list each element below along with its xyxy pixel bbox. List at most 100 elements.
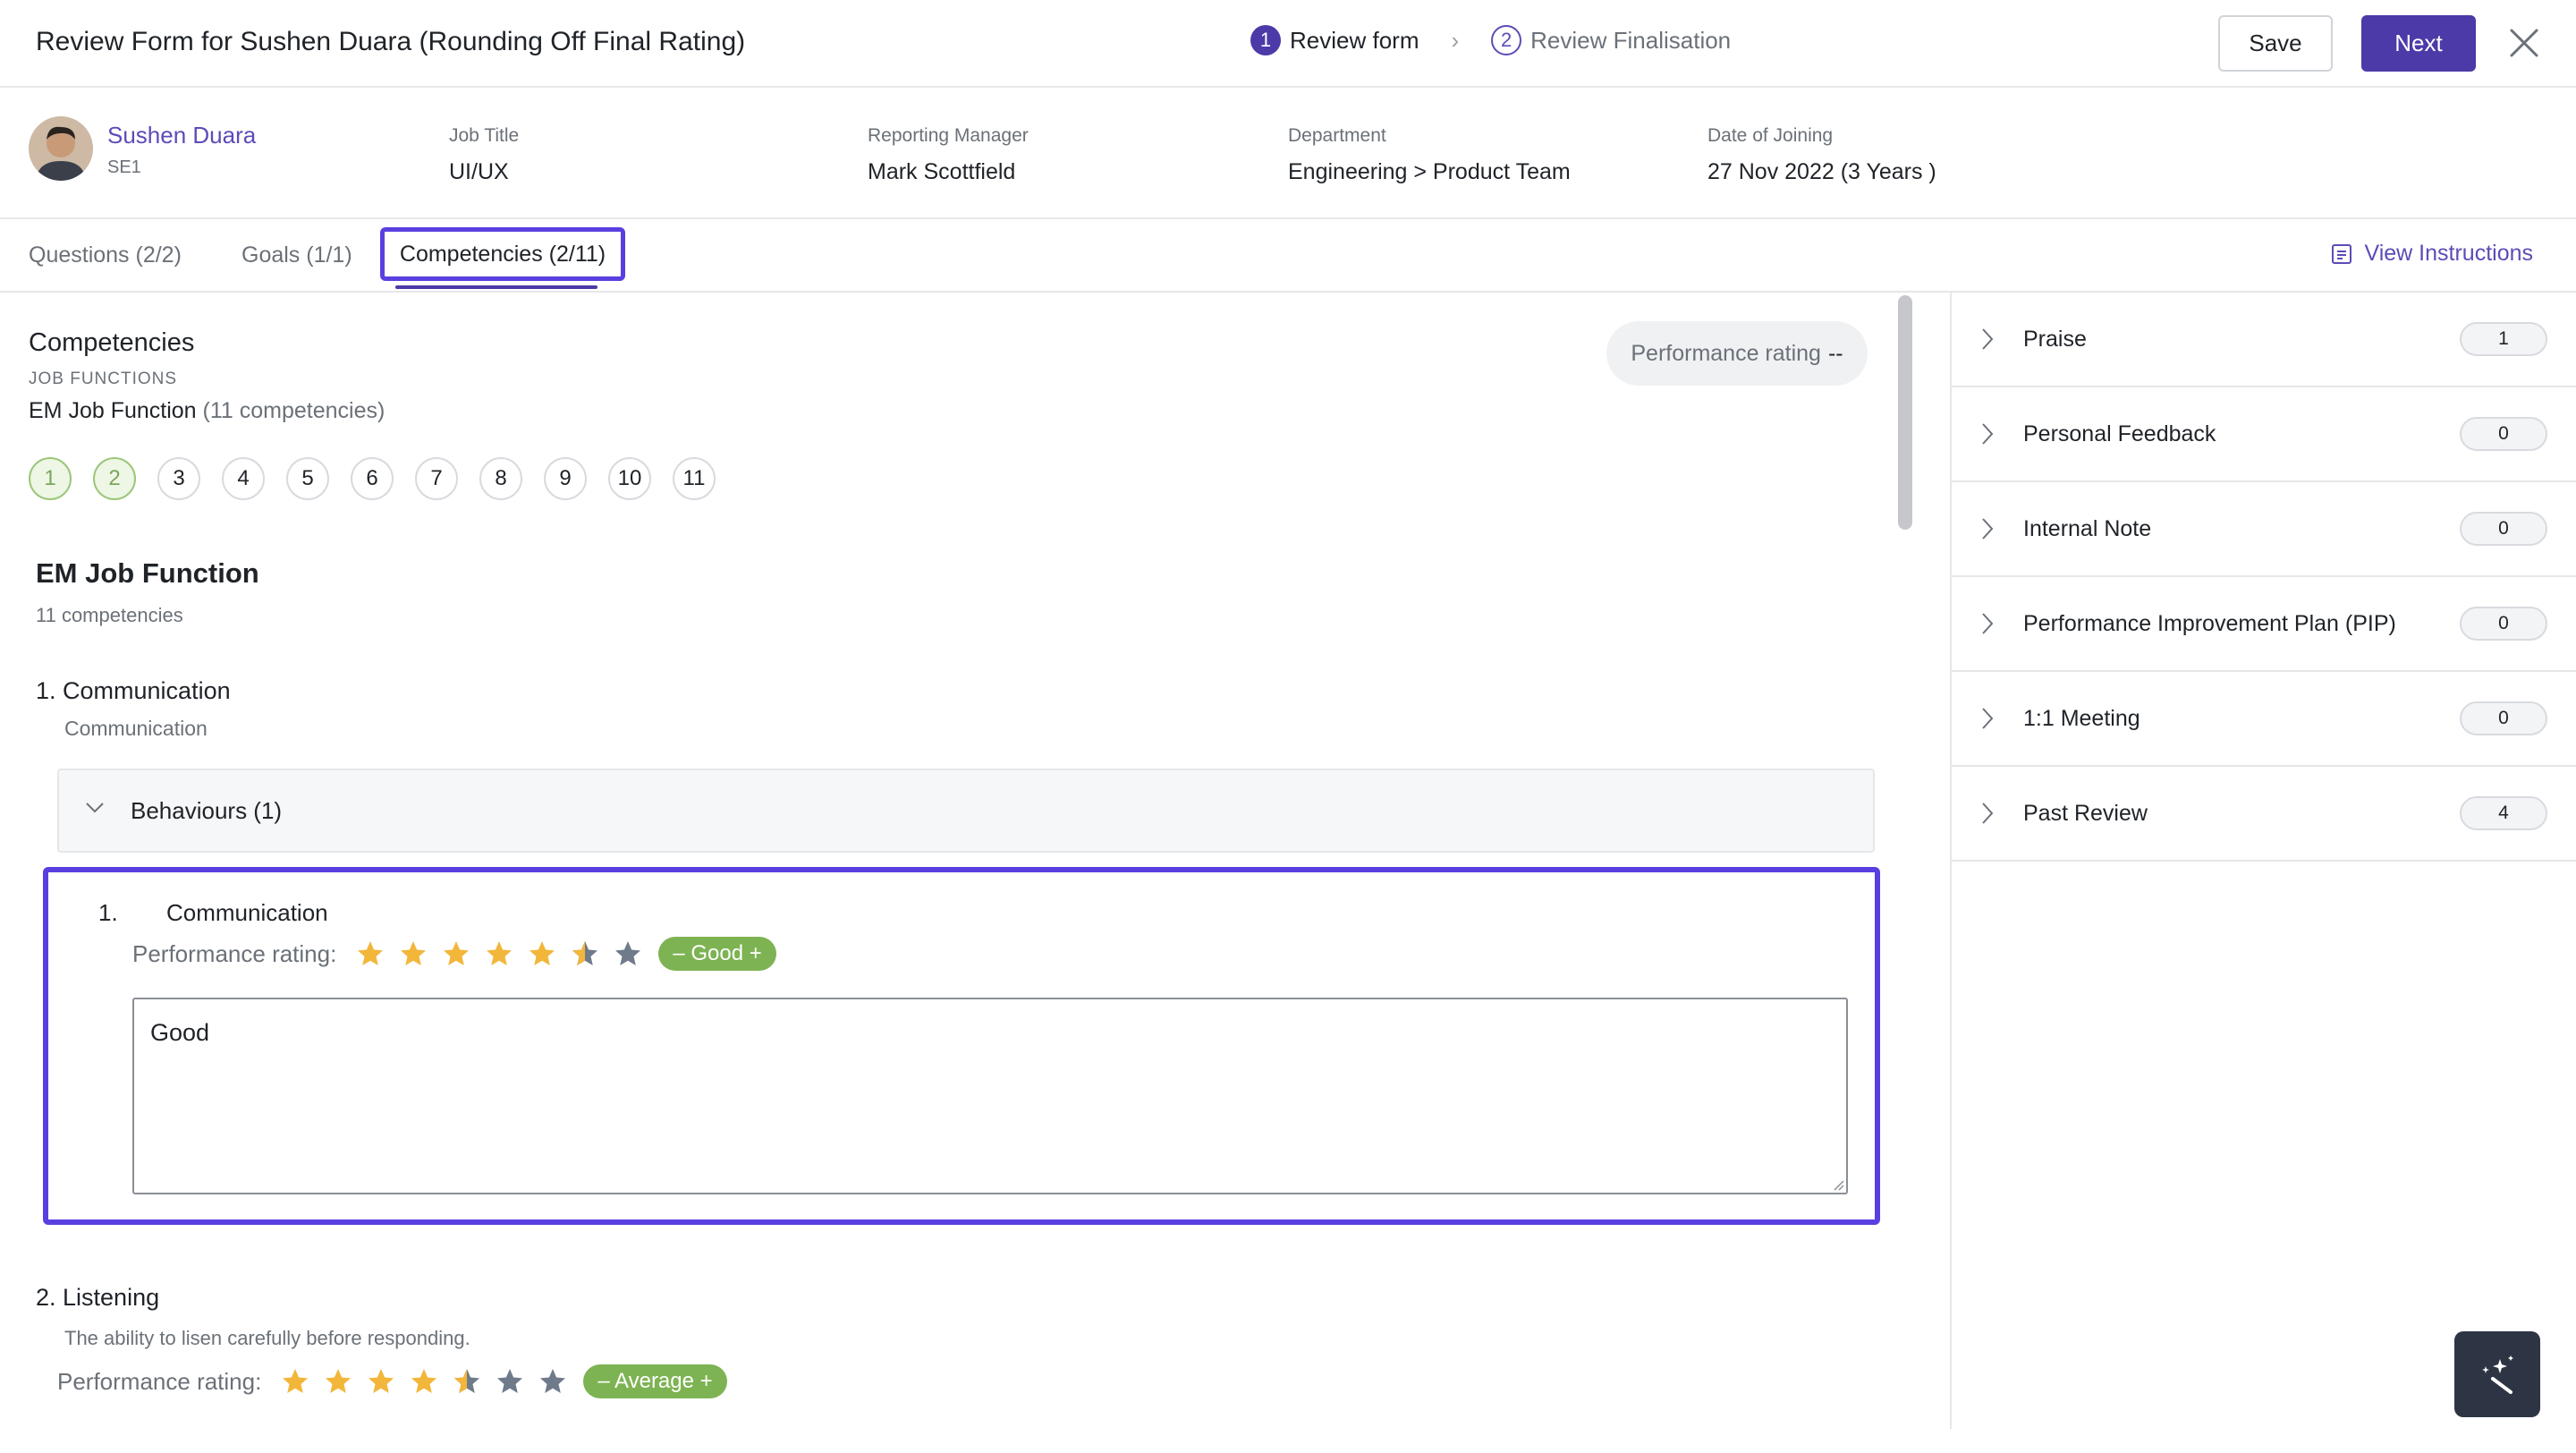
sidebar-item-label: Personal Feedback bbox=[2023, 421, 2216, 446]
star-icon[interactable] bbox=[410, 1367, 438, 1396]
job-functions-caption: JOB FUNCTIONS bbox=[29, 370, 178, 388]
chevron-right-icon bbox=[1982, 423, 1994, 445]
chevron-right-icon bbox=[1982, 803, 1994, 824]
competency-title: 2. Listening bbox=[36, 1284, 160, 1311]
magic-wand-button[interactable] bbox=[2454, 1331, 2540, 1417]
tab-goals[interactable]: Goals (1/1) bbox=[242, 242, 352, 268]
count-badge: 4 bbox=[2460, 796, 2547, 830]
sidebar-item-performance-improvement-plan-pip[interactable]: Performance Improvement Plan (PIP) 0 bbox=[1952, 577, 2576, 672]
pager-item-8[interactable]: 8 bbox=[479, 457, 522, 500]
star-rating[interactable] bbox=[281, 1367, 567, 1396]
chevron-right-icon: › bbox=[1451, 26, 1460, 54]
stepper: 1 Review form › 2 Review Finalisation bbox=[1250, 25, 1731, 55]
pager-item-1[interactable]: 1 bbox=[29, 457, 72, 500]
competency-pager: 1 2 3 4 5 6 7 8 9 10 11 bbox=[29, 457, 716, 500]
count-badge: 0 bbox=[2460, 417, 2547, 451]
field-label: Reporting Manager bbox=[868, 125, 1029, 146]
rating-label: Performance rating: bbox=[132, 939, 337, 967]
rating-badge[interactable]: – Good + bbox=[658, 937, 776, 971]
field-value: Engineering > Product Team bbox=[1288, 159, 1571, 184]
scrollbar-thumb[interactable] bbox=[1898, 295, 1912, 530]
competency-description: The ability to lisen carefully before re… bbox=[64, 1327, 470, 1349]
star-icon[interactable] bbox=[528, 939, 556, 968]
star-icon[interactable] bbox=[453, 1367, 481, 1396]
sidebar-item-label: Past Review bbox=[2023, 800, 2148, 826]
field-value: UI/UX bbox=[449, 159, 509, 184]
top-bar: Review Form for Sushen Duara (Rounding O… bbox=[0, 0, 2576, 88]
job-function-name: EM Job Function (11 competencies) bbox=[29, 398, 386, 423]
rating-badge[interactable]: – Average + bbox=[583, 1364, 727, 1398]
step-label: Review form bbox=[1290, 26, 1419, 54]
behaviours-accordion[interactable]: Behaviours (1) bbox=[57, 769, 1875, 853]
sidebar-item-1-1-meeting[interactable]: 1:1 Meeting 0 bbox=[1952, 672, 2576, 767]
star-icon[interactable] bbox=[356, 939, 385, 968]
pager-item-4[interactable]: 4 bbox=[222, 457, 265, 500]
field-value: Mark Scottfield bbox=[868, 159, 1016, 184]
employee-name-link[interactable]: Sushen Duara bbox=[107, 122, 256, 149]
pager-item-7[interactable]: 7 bbox=[415, 457, 458, 500]
page-title: Review Form for Sushen Duara (Rounding O… bbox=[36, 27, 746, 56]
star-icon[interactable] bbox=[614, 939, 642, 968]
rating-row: Performance rating: – Good + bbox=[132, 937, 776, 971]
rating-row: Performance rating: – Average + bbox=[57, 1364, 727, 1398]
star-rating[interactable] bbox=[356, 939, 642, 968]
step-review-finalisation[interactable]: 2 Review Finalisation bbox=[1491, 25, 1731, 55]
next-button[interactable]: Next bbox=[2361, 15, 2476, 72]
chevron-right-icon bbox=[1982, 328, 1994, 350]
comment-textarea[interactable]: Good bbox=[132, 998, 1848, 1194]
behaviour-card: 1. Communication Performance rating: – G… bbox=[43, 867, 1880, 1225]
pager-item-10[interactable]: 10 bbox=[608, 457, 651, 500]
step-number: 2 bbox=[1491, 25, 1522, 55]
sidebar-item-past-review[interactable]: Past Review 4 bbox=[1952, 767, 2576, 862]
count-badge: 0 bbox=[2460, 512, 2547, 546]
competencies-panel: Competencies JOB FUNCTIONS EM Job Functi… bbox=[0, 293, 1889, 1453]
section-subtitle: 11 competencies bbox=[36, 604, 183, 626]
pager-item-2[interactable]: 2 bbox=[93, 457, 136, 500]
chevron-right-icon bbox=[1982, 613, 1994, 634]
count-badge: 1 bbox=[2460, 322, 2547, 356]
behaviour-title: Communication bbox=[166, 899, 328, 926]
star-icon[interactable] bbox=[324, 1367, 352, 1396]
star-icon[interactable] bbox=[399, 939, 428, 968]
sidebar-item-internal-note[interactable]: Internal Note 0 bbox=[1952, 482, 2576, 577]
pager-item-11[interactable]: 11 bbox=[673, 457, 716, 500]
pager-item-3[interactable]: 3 bbox=[157, 457, 200, 500]
employee-code: SE1 bbox=[107, 157, 141, 177]
section-title: EM Job Function bbox=[36, 557, 259, 589]
behaviour-number: 1. bbox=[98, 899, 118, 926]
star-icon[interactable] bbox=[496, 1367, 524, 1396]
star-icon[interactable] bbox=[571, 939, 599, 968]
reporting-manager-field: Reporting Manager Mark Scottfield bbox=[868, 125, 1029, 185]
sidebar-item-personal-feedback[interactable]: Personal Feedback 0 bbox=[1952, 387, 2576, 482]
tab-questions[interactable]: Questions (2/2) bbox=[29, 242, 182, 268]
star-icon[interactable] bbox=[367, 1367, 395, 1396]
pager-item-6[interactable]: 6 bbox=[351, 457, 394, 500]
sidebar-item-label: Praise bbox=[2023, 326, 2087, 352]
field-value: 27 Nov 2022 (3 Years ) bbox=[1707, 159, 1936, 184]
star-icon[interactable] bbox=[281, 1367, 309, 1396]
competency-title: 1. Communication bbox=[36, 677, 231, 704]
save-button[interactable]: Save bbox=[2218, 15, 2333, 72]
sidebar-item-label: 1:1 Meeting bbox=[2023, 705, 2140, 731]
count-badge: 0 bbox=[2460, 607, 2547, 641]
view-instructions-link[interactable]: View Instructions bbox=[2330, 241, 2533, 267]
star-icon[interactable] bbox=[538, 1367, 567, 1396]
sidebar-item-praise[interactable]: Praise 1 bbox=[1952, 293, 2576, 387]
count-badge: 0 bbox=[2460, 701, 2547, 735]
chevron-down-icon bbox=[86, 803, 104, 813]
tab-bar: Questions (2/2) Goals (1/1) Competencies… bbox=[0, 219, 2576, 293]
pager-item-9[interactable]: 9 bbox=[544, 457, 587, 500]
star-icon[interactable] bbox=[485, 939, 513, 968]
star-icon[interactable] bbox=[442, 939, 470, 968]
employee-info-bar: Sushen Duara SE1 Job Title UI/UX Reporti… bbox=[0, 88, 2576, 219]
competency-description: Communication bbox=[64, 717, 208, 740]
chevron-right-icon bbox=[1982, 708, 1994, 729]
pager-item-5[interactable]: 5 bbox=[286, 457, 329, 500]
tab-competencies[interactable]: Competencies (2/11) bbox=[380, 227, 625, 281]
step-review-form[interactable]: 1 Review form bbox=[1250, 25, 1419, 55]
behaviours-label: Behaviours (1) bbox=[131, 797, 283, 824]
date-of-joining-field: Date of Joining 27 Nov 2022 (3 Years ) bbox=[1707, 125, 1936, 185]
close-icon[interactable] bbox=[2504, 23, 2544, 63]
competencies-title: Competencies bbox=[29, 328, 195, 357]
resize-handle-icon[interactable] bbox=[1830, 1177, 1844, 1191]
